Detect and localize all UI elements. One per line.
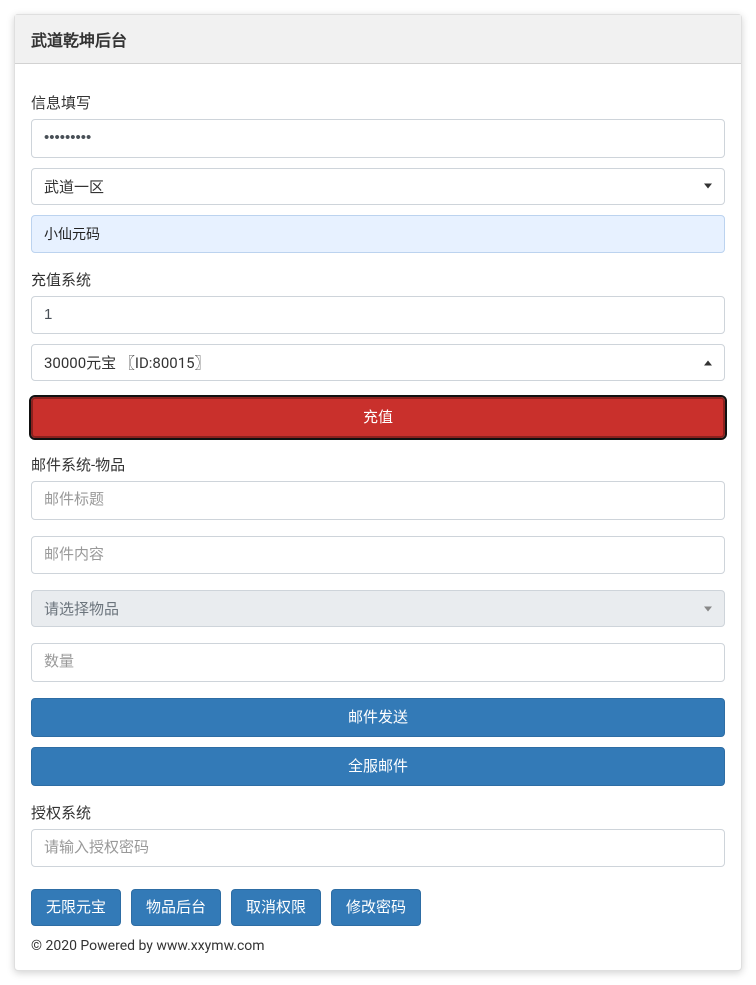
recharge-label: 充值系统: [31, 269, 725, 290]
revoke-button[interactable]: 取消权限: [231, 889, 321, 926]
recharge-section: 充值系统: [31, 269, 725, 335]
recharge-item-value: 30000元宝 〖ID:80015〗: [44, 354, 210, 372]
caret-up-icon: [704, 360, 712, 365]
mail-label: 邮件系统-物品: [31, 454, 725, 475]
mail-send-button[interactable]: 邮件发送: [31, 698, 725, 737]
info-section: 信息填写: [31, 92, 725, 158]
recharge-button-group: 充值: [31, 397, 725, 438]
auth-label: 授权系统: [31, 802, 725, 823]
role-selected-box[interactable]: 小仙元码: [31, 215, 725, 253]
auth-button-row: 无限元宝 物品后台 取消权限 修改密码: [31, 883, 725, 926]
caret-down-icon: [704, 606, 712, 611]
recharge-item-select[interactable]: 30000元宝 〖ID:80015〗: [31, 344, 725, 381]
mail-broadcast-group: 全服邮件: [31, 747, 725, 786]
mail-qty-input[interactable]: [31, 643, 725, 682]
admin-card: 武道乾坤后台 信息填写 武道一区 小仙元码 充值系统 30000元宝 〖ID:8…: [14, 14, 742, 971]
mail-broadcast-button[interactable]: 全服邮件: [31, 747, 725, 786]
server-select-group: 武道一区: [31, 168, 725, 205]
mail-content-input[interactable]: [31, 536, 725, 575]
server-select-value: 武道一区: [44, 178, 104, 196]
footer-text: © 2020 Powered by www.xxymw.com: [31, 938, 725, 954]
auth-password-input[interactable]: [31, 829, 725, 868]
mail-qty-group: [31, 643, 725, 682]
mail-item-group: 请选择物品: [31, 590, 725, 627]
change-password-button[interactable]: 修改密码: [331, 889, 421, 926]
mail-send-group: 邮件发送: [31, 698, 725, 737]
auth-section: 授权系统: [31, 802, 725, 868]
recharge-amount-input[interactable]: [31, 296, 725, 335]
mail-item-select[interactable]: 请选择物品: [31, 590, 725, 627]
card-title: 武道乾坤后台: [31, 31, 127, 50]
mail-content-group: [31, 536, 725, 575]
recharge-item-group: 30000元宝 〖ID:80015〗: [31, 344, 725, 381]
mail-section: 邮件系统-物品: [31, 454, 725, 520]
mail-item-placeholder: 请选择物品: [44, 600, 119, 618]
item-backend-button[interactable]: 物品后台: [131, 889, 221, 926]
password-input[interactable]: [31, 119, 725, 158]
caret-down-icon: [704, 184, 712, 189]
unlimited-gold-button[interactable]: 无限元宝: [31, 889, 121, 926]
recharge-button[interactable]: 充值: [31, 397, 725, 438]
server-select[interactable]: 武道一区: [31, 168, 725, 205]
role-selected-value: 小仙元码: [44, 227, 100, 243]
mail-title-input[interactable]: [31, 481, 725, 520]
info-label: 信息填写: [31, 92, 725, 113]
card-body: 信息填写 武道一区 小仙元码 充值系统 30000元宝 〖ID:80015〗 充…: [15, 64, 741, 970]
card-header: 武道乾坤后台: [15, 15, 741, 64]
